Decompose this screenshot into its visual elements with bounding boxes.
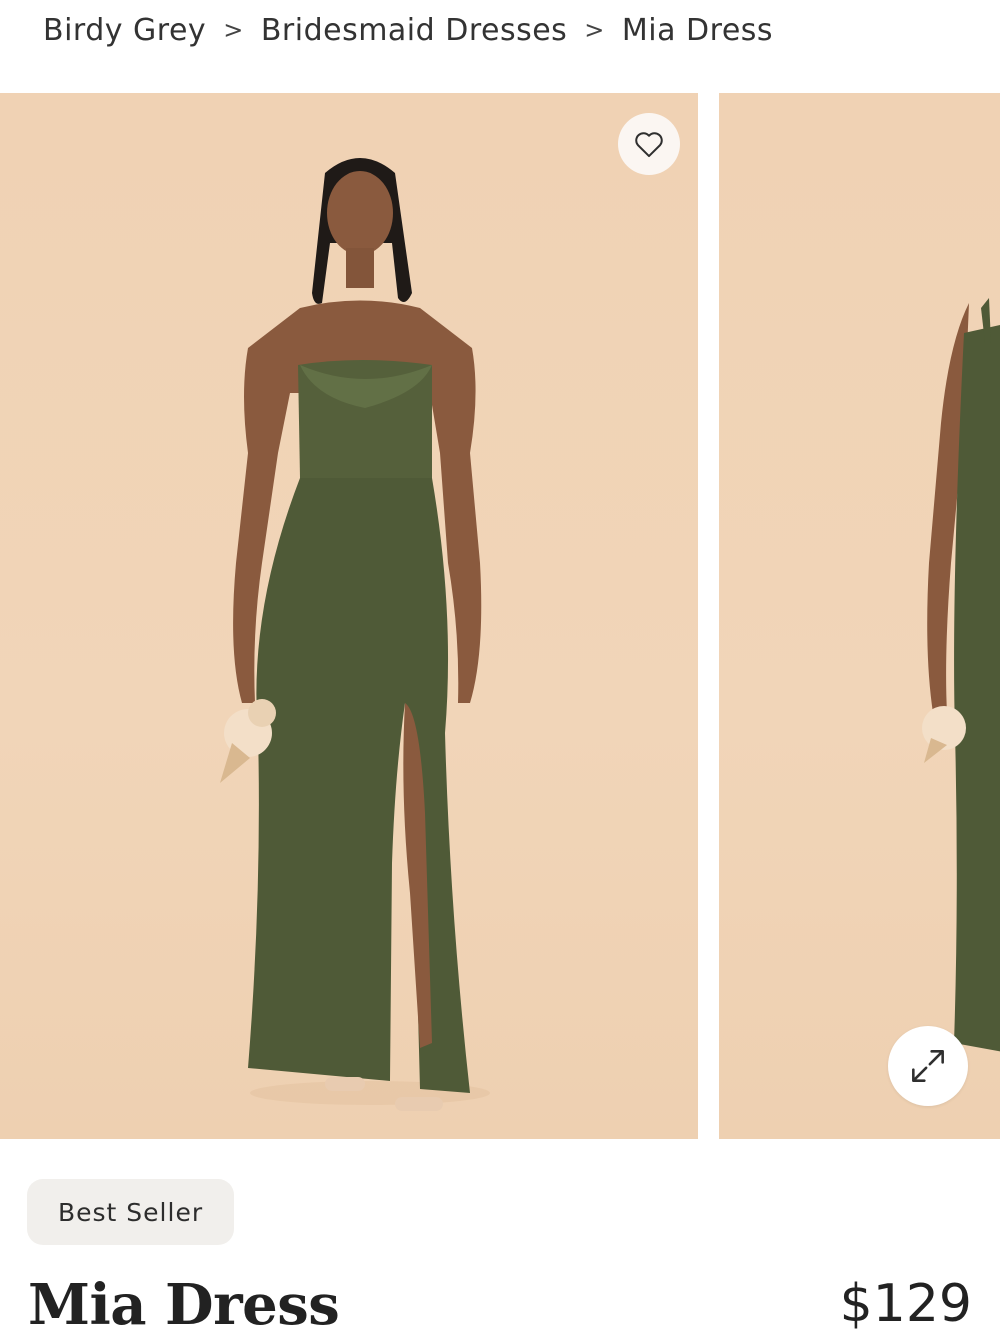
product-image-front[interactable] [0, 93, 698, 1139]
product-title: Mia Dress [28, 1272, 340, 1338]
breadcrumb-link-home[interactable]: Birdy Grey [43, 13, 206, 48]
expand-arrows-icon [912, 1050, 944, 1082]
product-price: $129 [839, 1274, 972, 1334]
favorite-button[interactable] [618, 113, 680, 175]
model-photo-front [220, 158, 490, 1111]
product-image-gallery[interactable] [0, 93, 1000, 1139]
best-seller-badge: Best Seller [27, 1179, 235, 1245]
heart-icon [635, 132, 663, 158]
product-image-side[interactable] [719, 93, 1000, 1139]
breadcrumb-link-category[interactable]: Bridesmaid Dresses [261, 13, 567, 48]
breadcrumb-current: Mia Dress [621, 12, 774, 48]
model-photo-side [922, 298, 1000, 1052]
breadcrumb-separator: > [223, 16, 244, 44]
zoom-button[interactable] [888, 1026, 968, 1106]
breadcrumb: Birdy Grey > Bridesmaid Dresses > Mia Dr… [43, 8, 773, 52]
breadcrumb-separator: > [584, 16, 605, 44]
